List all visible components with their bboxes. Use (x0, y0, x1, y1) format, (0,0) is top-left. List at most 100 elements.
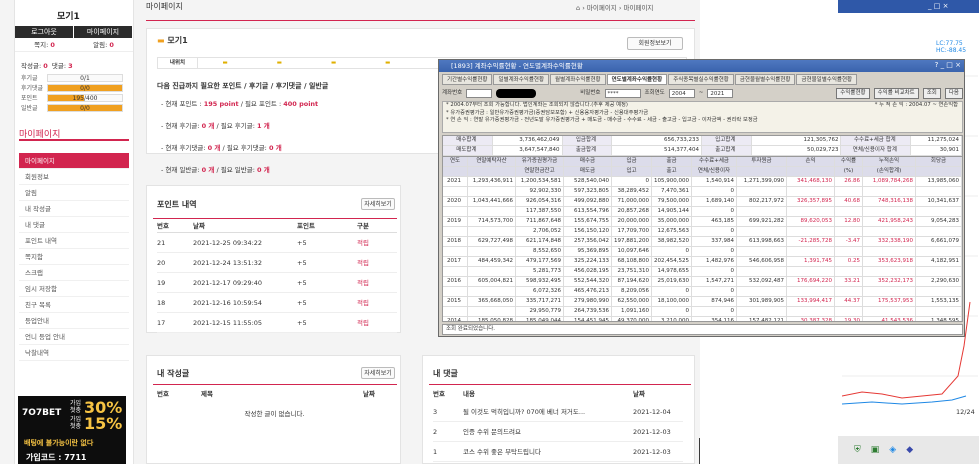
dialog-tab[interactable]: 금현물월별수익률현황 (734, 74, 796, 85)
table-row: 8,552,650 95,369,895 10,097,646 0 0 (443, 247, 962, 257)
progress-track: 0/1 (47, 73, 123, 82)
summary-table: 매수합계 3,736,462,049 입금합계 656,733,233 입고합계 121,… (442, 135, 963, 157)
my-posts-card: 내 작성글 자세히보기 번호 제목 날짜 작성한 글이 없습니다. (146, 355, 401, 464)
tray-app-icon[interactable]: ▣ (871, 445, 880, 455)
left-sidebar: 모기1 로그아웃 마이페이지 쪽지: 0 알림: 0 작성글: 0 댓글: 3 … (14, 0, 134, 464)
table-row: 19 2021-12-17 09:29:40 +5 적립 (157, 273, 397, 293)
sidebar-buttons: 로그아웃 마이페이지 (15, 26, 133, 38)
sidebar-menu-item[interactable]: 언니 등업 안내 (19, 329, 129, 345)
table-row: 17 2021-12-15 11:55:05 +5 적립 (157, 313, 397, 333)
yearly-returns-grid: 연도 연말예탁자산 유가증권평가금 매수금 입금 출금 수수료+세금 투자원금 손익 수익률 누적손… (442, 156, 963, 322)
progress-track: 0/0 (47, 103, 123, 112)
account-input[interactable] (466, 88, 493, 98)
table-row: 2018 629,727,498 621,174,848 257,356,042 197… (443, 237, 962, 247)
home-icon[interactable]: ⌂ (576, 4, 580, 12)
dialog-titlebar[interactable]: [1893] 계좌수익률현황 - 연도별계좌수익률현황 (439, 60, 964, 72)
compare-chart-button[interactable]: 수익률 비교차트 (873, 87, 919, 99)
level-badge-icon[interactable]: ▬ (223, 58, 228, 68)
sidebar-menu-item[interactable]: 내 작성글 (19, 201, 129, 217)
next-button[interactable]: 다음 (944, 87, 963, 99)
list-item[interactable]: 1 코스 수위 좋은 부탁드립니다 2021-12-03 (433, 442, 683, 462)
table-row: 6,072,326 465,476,213 8,209,056 0 0 (443, 287, 962, 297)
table-row: 2019 714,573,700 711,867,648 155,674,755 20,… (443, 217, 962, 227)
chart-window-titlebar (838, 0, 979, 13)
sidebar-username: 모기1 (57, 12, 80, 22)
table-row: 2021 1,293,436,911 1,200,534,581 528,540,04… (443, 177, 962, 187)
sidebar-menu-item[interactable]: 친구 목록 (19, 297, 129, 313)
password-input[interactable]: **** (604, 88, 641, 98)
profile-view-button[interactable]: 회원정보보기 (627, 37, 683, 50)
query-button[interactable]: 조회 (922, 87, 941, 99)
sidebar-counts: 쪽지: 0 알림: 0 (15, 38, 133, 52)
dialog-window-controls-icon[interactable]: ? _ □ × (935, 61, 961, 69)
breadcrumb: ⌂ › 마이페이지 › 마이페이지 (576, 4, 654, 12)
sidebar-menu-item[interactable]: 등업안내 (19, 313, 129, 329)
table-row: 29,950,779 264,739,536 1,091,160 0 0 (443, 307, 962, 317)
dialog-tab[interactable]: 기간별수익률현황 (442, 74, 493, 85)
dialog-tab[interactable]: 금현물일별수익률현황 (796, 74, 858, 85)
dialog-query-bar: 계좌번호 비밀번호 **** 조회연도 2004 ~ 2021 수익률현황 수익… (442, 87, 963, 99)
tray-notify-icon[interactable]: ◆ (906, 445, 913, 455)
table-row: 5,281,773 456,028,195 23,751,310 14,978,655… (443, 267, 962, 277)
sidebar-menu-item[interactable]: 회원정보 (19, 169, 129, 185)
sidebar-menu-item[interactable]: 마이페이지 (19, 153, 129, 169)
table-row: 18 2021-12-16 10:59:54 +5 적립 (157, 293, 397, 313)
avg-line (841, 395, 967, 405)
dialog-tab[interactable]: 연도별계좌수익률현황 (606, 74, 668, 85)
grade-bar: 포인트 195/400 (21, 93, 133, 102)
taskbar: ⛨ ▣ ◈ ◆ (838, 436, 979, 464)
sidebar-menu-item[interactable]: 스크랩 (19, 265, 129, 281)
table-row: 2020 1,043,441,666 926,054,316 499,092,880 7… (443, 197, 962, 207)
points-table-header: 번호 날짜 포인트 구분 (157, 220, 397, 233)
sidebar-menu-item[interactable]: 알림 (19, 185, 129, 201)
table-row: 117,387,550 613,554,796 20,857,268 14,905,1… (443, 207, 962, 217)
ad-banner[interactable]: 가입 첫충 30% 7O7BET 가입 첫충 15% 배팅에 불가능이란 없다 가입… (18, 396, 126, 464)
sidebar-menu-item[interactable]: 임시 저장함 (19, 281, 129, 297)
mypage-button[interactable]: 마이페이지 (74, 26, 132, 38)
tray-network-icon[interactable]: ◈ (889, 445, 896, 455)
logout-button[interactable]: 로그아웃 (15, 26, 73, 38)
return-status-button[interactable]: 수익률현황 (836, 87, 870, 99)
alert-count[interactable]: 알림: 0 (74, 38, 133, 51)
sidebar-menu-item[interactable]: 낙찰내역 (19, 345, 129, 361)
dialog-tab[interactable]: 주식종목별실수익률현황 (668, 74, 734, 85)
my-location-tab[interactable]: 내위치 (158, 58, 198, 68)
progress-track: 195/400 (47, 93, 123, 102)
tray-shield-icon[interactable]: ⛨ (854, 445, 861, 455)
points-card: 포인트 내역 자세히보기 번호 날짜 포인트 구분 21 2021-12-25 09:34… (146, 185, 401, 333)
my-comments-card: 내 댓글 번호 내용 날짜 3될 이것도 먹히입니까? 070에 베너 저거도.… (422, 355, 695, 464)
posts-more-button[interactable]: 자세히보기 (361, 367, 395, 379)
year-to-input[interactable]: 2021 (707, 88, 734, 98)
grid-header: 연말현금잔고 매도금 입고 출고 연체/신용이자 (%) (손익합계) (443, 167, 962, 177)
year-from-input[interactable]: 2004 (668, 88, 695, 98)
level-badge-icon[interactable]: ▬ (277, 58, 282, 68)
profile-username: 모기1 (167, 36, 188, 45)
dialog-tab[interactable]: 월별계좌수익률현황 (550, 74, 606, 85)
level-badge-icon[interactable]: ▬ (385, 58, 390, 68)
status-bar: 조회 완료되었습니다. (442, 324, 963, 335)
points-more-button[interactable]: 자세히보기 (361, 198, 395, 210)
grade-heading: 다음 진급까지 필요한 포인트 / 후기글 / 후기댓글 / 일반글 (157, 82, 329, 90)
table-row: 2017 484,459,342 479,177,569 325,224,133 68,… (443, 257, 962, 267)
sidebar-menu-title: 마이페이지 (19, 130, 61, 140)
table-row: 92,902,330 597,323,805 38,289,452 7,470,361… (443, 187, 962, 197)
window-controls-icon[interactable]: _ □ × (928, 2, 948, 10)
table-row: 20 2021-12-24 13:51:32 +5 적립 (157, 253, 397, 273)
sidebar-menu-item[interactable]: 포인트 내역 (19, 233, 129, 249)
list-item[interactable]: 2 인증 수위 문의드려요 2021-12-03 (433, 422, 683, 442)
sidebar-menu-item[interactable]: 내 댓글 (19, 217, 129, 233)
table-row: 21 2021-12-25 09:34:22 +5 적립 (157, 233, 397, 253)
level-badge-icon[interactable]: ▬ (331, 58, 336, 68)
account-return-dialog: [1893] 계좌수익률현황 - 연도별계좌수익률현황 ? _ □ × 기간별수… (438, 59, 965, 337)
grade-line: - 현재 후기댓글: 0 개 / 필요 후기댓글: 0 개 (161, 144, 282, 152)
grade-bar: 후기댓글 0/0 (21, 83, 133, 92)
memo-count[interactable]: 쪽지: 0 (15, 38, 74, 51)
list-item[interactable]: 3될 이것도 먹히입니까? 070에 베너 저거도... 2021-12-04 (433, 402, 683, 422)
dialog-notes: * 2004.07부터 조회 가능합니다. 법인계좌는 조회되지 않습니다.(추… (442, 101, 963, 133)
sidebar-menu-item[interactable]: 쪽지함 (19, 249, 129, 265)
empty-posts-text: 작성한 글이 없습니다. (244, 410, 305, 418)
grade-line: - 현재 포인트 : 195 point / 필요 포인트 : 400 poin… (161, 100, 319, 108)
summary-row: 매수합계 3,736,462,049 입금합계 656,733,233 입고합계 121,… (443, 136, 963, 146)
table-row: 2014 185,050,828 185,049,044 154,451,945 49,… (443, 317, 962, 321)
dialog-tab[interactable]: 일별계좌수익률현황 (493, 74, 550, 85)
